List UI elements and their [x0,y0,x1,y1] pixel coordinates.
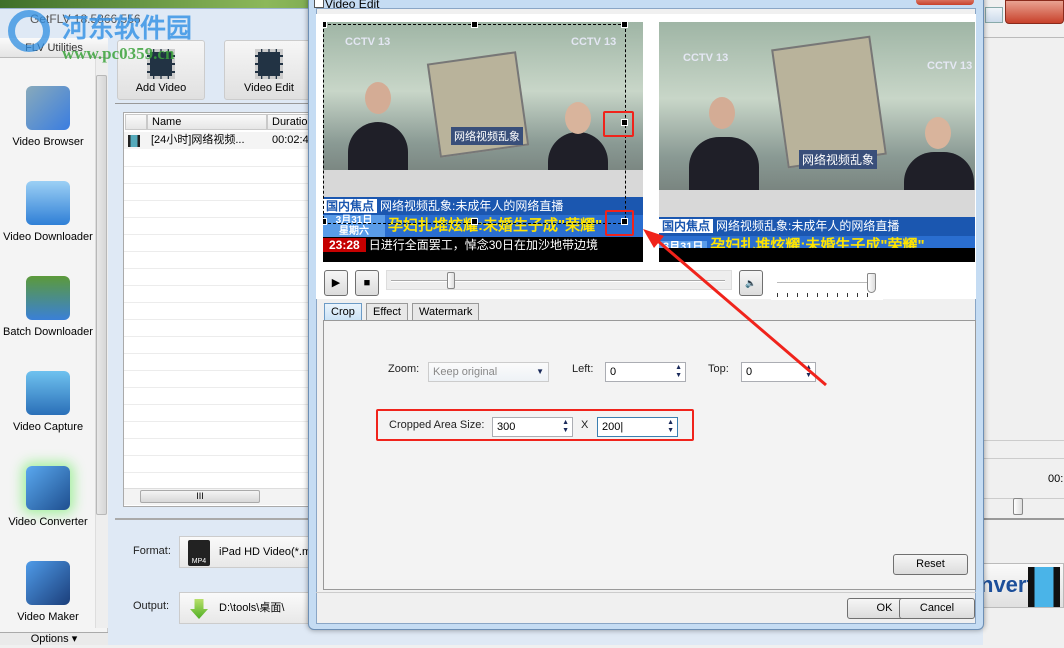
annotation-arrow [643,229,827,387]
watermark-name: 河东软件园 [62,13,193,43]
watermark-url: www.pc0359.cn [62,44,175,63]
watermark-logo-icon [8,10,50,52]
